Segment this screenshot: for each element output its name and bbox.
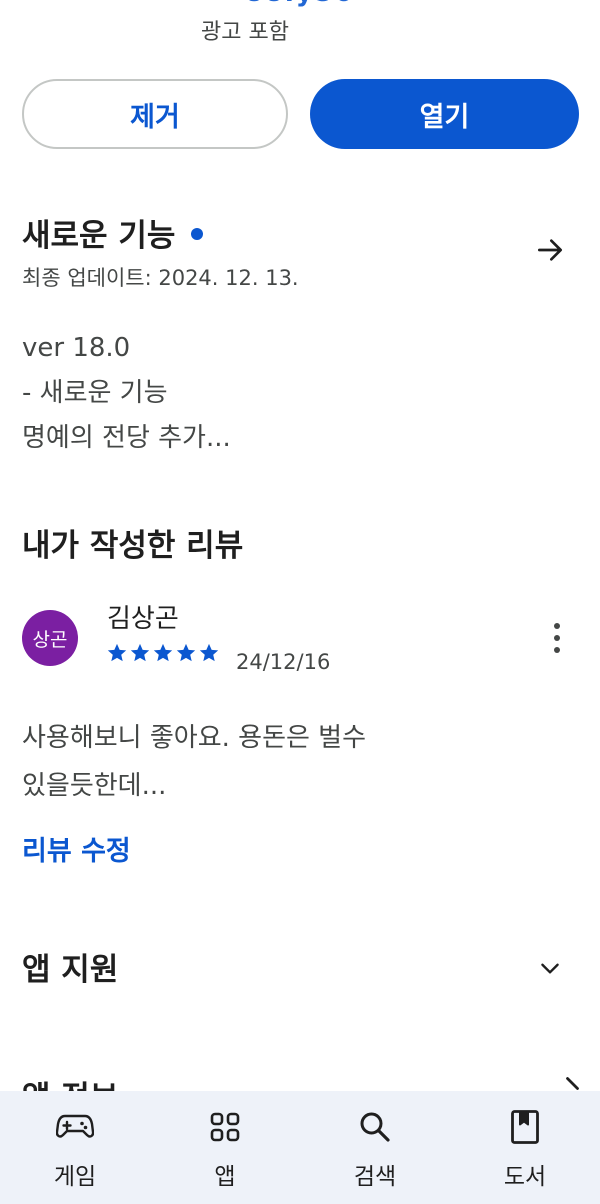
chevron-down-icon	[541, 963, 559, 974]
nav-label-apps: 앱	[214, 1164, 236, 1190]
star-icon	[107, 643, 127, 662]
bottom-navigation: 게임 앱 검색 도서	[0, 1091, 600, 1204]
contains-ads-label: 광고 포함	[201, 20, 289, 45]
more-vert-icon	[554, 623, 560, 629]
star-icon	[199, 643, 219, 662]
nav-item-search[interactable]: 검색	[300, 1091, 450, 1204]
whats-new-title: 새로운 기능	[22, 218, 176, 254]
release-note-line: ver 18.0	[22, 333, 131, 363]
star-rating	[106, 642, 220, 664]
apps-grid-icon	[210, 1112, 240, 1142]
avatar: 상곤	[22, 610, 78, 666]
review-body: 사용해보니 좋아요. 용돈은 벌수 있을듯한데...	[22, 714, 562, 810]
whats-new-header: 새로운 기능	[22, 210, 204, 255]
my-review-title: 내가 작성한 리뷰	[22, 528, 244, 564]
release-note-line: 명예의 전당 추가...	[22, 423, 231, 453]
open-button[interactable]: 열기	[310, 79, 579, 149]
release-notes: ver 18.0 - 새로운 기능 명예의 전당 추가...	[22, 326, 231, 461]
more-options-button[interactable]	[540, 618, 574, 658]
star-icon	[176, 643, 196, 662]
app-detail-page: ooly50 광고 포함 제거 열기 새로운 기능 최종 업데이트: 2024.…	[0, 0, 600, 1204]
review-date: 24/12/16	[236, 650, 331, 674]
review-text-line: 있을듯한데...	[22, 771, 167, 801]
nav-item-apps[interactable]: 앱	[150, 1091, 300, 1204]
search-icon	[360, 1112, 390, 1142]
star-icon	[130, 643, 150, 662]
book-icon	[511, 1110, 539, 1144]
arrow-right-icon	[538, 239, 562, 261]
review-text-line: 사용해보니 좋아요. 용돈은 벌수	[22, 723, 367, 753]
reviewer-name: 김상곤	[107, 604, 179, 634]
star-icon	[153, 643, 173, 662]
more-vert-icon-dot	[554, 635, 560, 641]
remove-button[interactable]: 제거	[22, 79, 288, 149]
nav-label-games: 게임	[53, 1164, 97, 1190]
last-updated-text: 최종 업데이트: 2024. 12. 13.	[22, 266, 299, 290]
nav-label-search: 검색	[353, 1164, 397, 1190]
more-vert-icon-dot	[554, 647, 560, 653]
nav-label-books: 도서	[503, 1164, 547, 1190]
release-note-line: - 새로운 기능	[22, 378, 168, 408]
new-indicator-dot	[191, 227, 204, 240]
whats-new-arrow-button[interactable]	[530, 230, 570, 270]
app-support-title[interactable]: 앱 지원	[22, 944, 118, 989]
gamepad-icon	[56, 1114, 94, 1138]
app-support-expand-button[interactable]	[532, 950, 568, 986]
app-title-clipped: ooly50	[0, 0, 600, 8]
nav-item-books[interactable]: 도서	[450, 1091, 600, 1204]
edit-review-link[interactable]: 리뷰 수정	[22, 829, 131, 868]
nav-item-games[interactable]: 게임	[0, 1091, 150, 1204]
